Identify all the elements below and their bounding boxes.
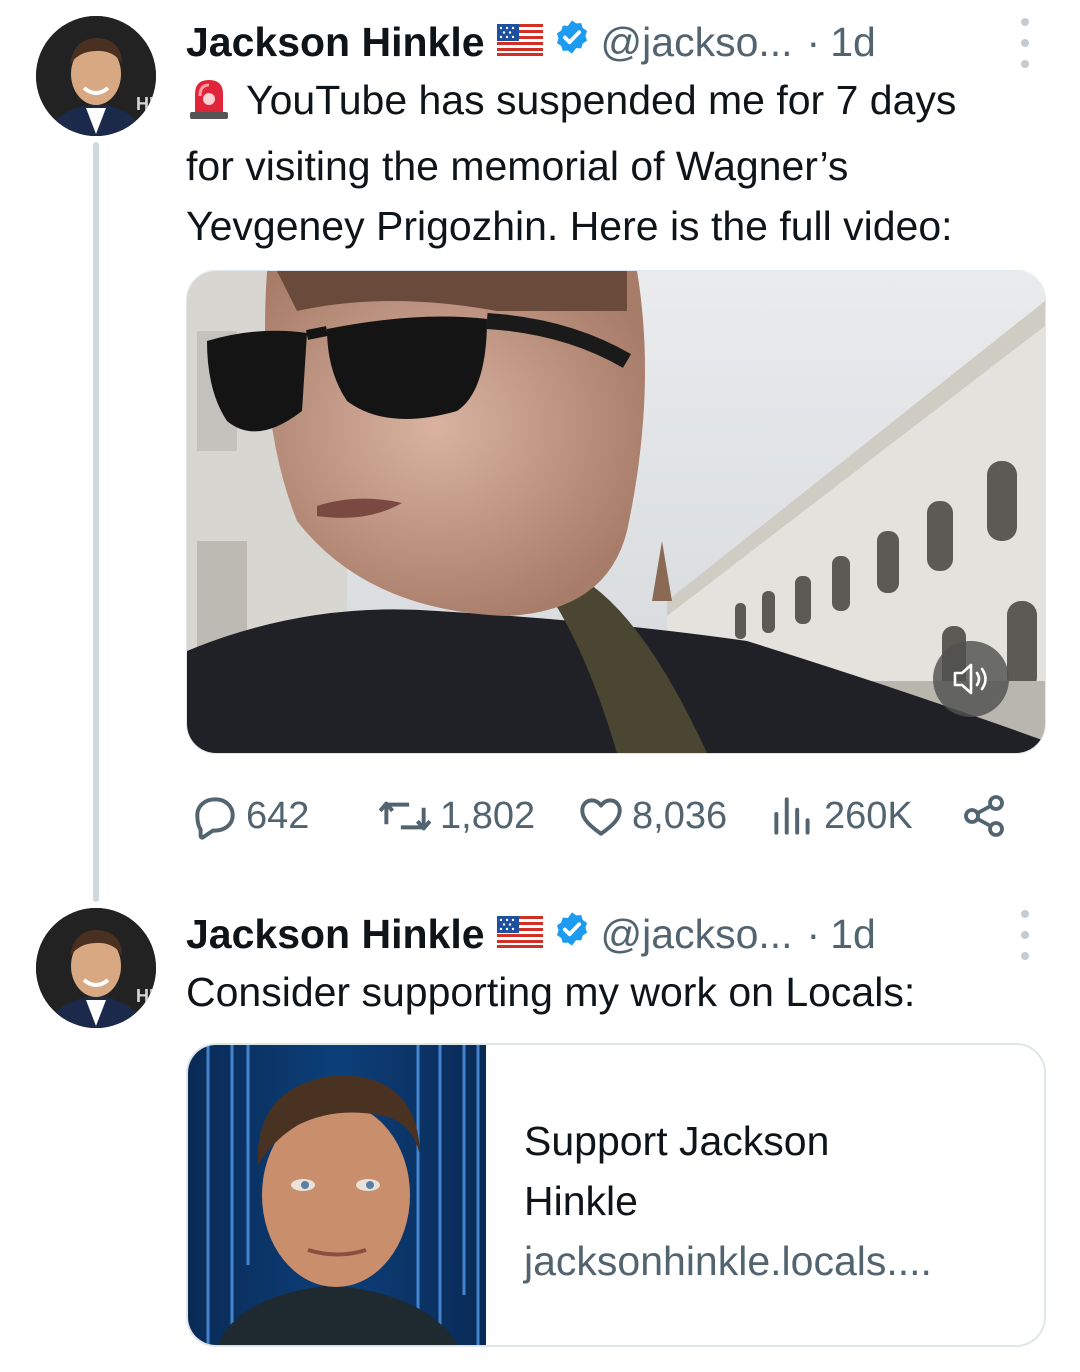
tweet-text: YouTube has suspended me for 7 days for …: [186, 70, 1046, 256]
views-button[interactable]: 260K: [768, 786, 913, 846]
like-button[interactable]: 8,036: [576, 786, 727, 846]
avatar[interactable]: HB: [36, 908, 156, 1028]
link-card-thumbnail: [188, 1045, 486, 1345]
author-handle[interactable]: @jackso...: [601, 19, 793, 66]
svg-text:HB: HB: [136, 94, 156, 114]
views-chart-icon: [774, 797, 810, 835]
verified-badge-icon: [553, 910, 591, 958]
link-card-title: Support Jackson: [524, 1118, 830, 1164]
repost-button[interactable]: 1,802: [376, 786, 535, 846]
share-icon: [964, 795, 1004, 837]
tweet-text-line: Yevgeney Prigozhin. Here is the full vid…: [186, 203, 953, 249]
author-name[interactable]: Jackson Hinkle: [186, 911, 485, 958]
reply-button[interactable]: 642: [190, 786, 309, 846]
timestamp[interactable]: 1d: [830, 911, 876, 958]
share-button[interactable]: [960, 786, 1014, 846]
view-count: 260K: [824, 794, 913, 837]
tweet-text-line: YouTube has suspended me for 7 days: [186, 70, 1046, 136]
like-count: 8,036: [632, 794, 728, 837]
link-card-title-line: Hinkle: [524, 1178, 638, 1224]
timestamp[interactable]: 1d: [830, 19, 876, 66]
mute-toggle-button[interactable]: [933, 641, 1009, 717]
verified-badge-icon: [553, 18, 591, 66]
svg-text:HB: HB: [136, 986, 156, 1006]
tweet[interactable]: Jackson Hinkle @jackso... · 1d Consider …: [186, 906, 1046, 1022]
heart-icon: [580, 798, 622, 836]
tweet-actions: 642 1,802 8,036 260K: [190, 786, 1020, 846]
tweet-text: Consider supporting my work on Locals:: [186, 969, 916, 1015]
link-card-domain: jacksonhinkle.locals....: [524, 1238, 932, 1284]
speaker-muted-icon: [953, 663, 987, 695]
reply-icon: [195, 797, 235, 840]
link-preview-card[interactable]: Support Jackson Hinkle jacksonhinkle.loc…: [186, 1043, 1046, 1347]
tweet-header: Jackson Hinkle @jackso... · 1d: [186, 906, 1046, 962]
tweet-header: Jackson Hinkle @jackso... · 1d: [186, 14, 1046, 70]
tweet-text-line: for visiting the memorial of Wagner’s: [186, 143, 849, 189]
separator-dot: ·: [806, 910, 821, 957]
repost-count: 1,802: [440, 794, 536, 837]
more-options-icon[interactable]: [1018, 910, 1032, 960]
tweet[interactable]: Jackson Hinkle @jackso... · 1d YouTube h…: [186, 14, 1046, 256]
separator-dot: ·: [806, 18, 821, 65]
author-handle[interactable]: @jackso...: [601, 911, 793, 958]
us-flag-icon: [496, 911, 543, 958]
thread-connector-line: [93, 142, 99, 902]
avatar[interactable]: HB: [36, 16, 156, 136]
police-siren-icon: [186, 74, 232, 136]
author-name[interactable]: Jackson Hinkle: [186, 19, 485, 66]
reply-count: 642: [246, 794, 310, 837]
more-options-icon[interactable]: [1018, 18, 1032, 68]
us-flag-icon: [496, 19, 543, 66]
video-player[interactable]: [186, 270, 1046, 754]
repost-icon: [378, 801, 432, 831]
link-card-text: Support Jackson Hinkle jacksonhinkle.loc…: [524, 1111, 1024, 1291]
